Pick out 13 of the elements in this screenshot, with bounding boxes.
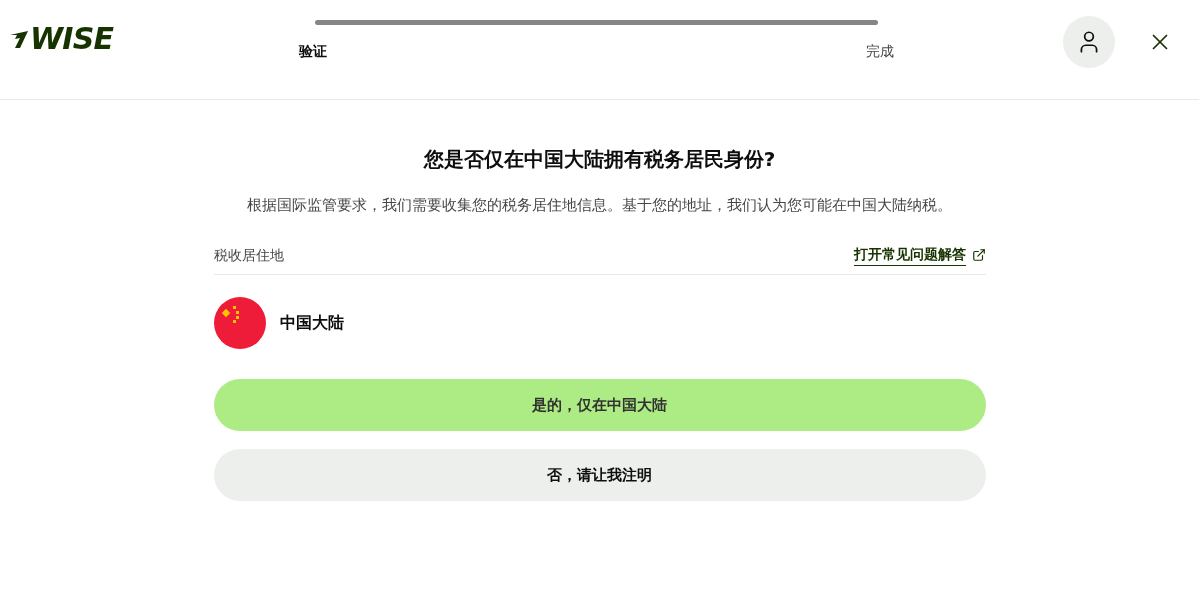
decline-button[interactable]: 否，请让我注明 [213,449,986,501]
confirm-button[interactable]: 是的，仅在中国大陆 [213,379,986,431]
country-name: 中国大陆 [279,312,344,334]
question-title: 您是否仅在中国大陆拥有税务居民身份? [422,146,777,173]
description: 根据国际监管要求，我们需要收集您的税务居住地信息。基于您的地址，我们认为您可能在中国大陆纳税。 [246,195,953,216]
china-flag-icon [213,297,266,349]
logo[interactable]: WISE [30,24,114,54]
section-label: 税收居住地 [213,245,284,265]
account-button[interactable] [1063,16,1115,68]
faq-link[interactable]: 打开常见问题解答 [853,244,986,266]
external-link-icon [971,248,986,262]
progress-step: 验证 [299,41,327,62]
progress-step: 完成 [866,41,894,62]
